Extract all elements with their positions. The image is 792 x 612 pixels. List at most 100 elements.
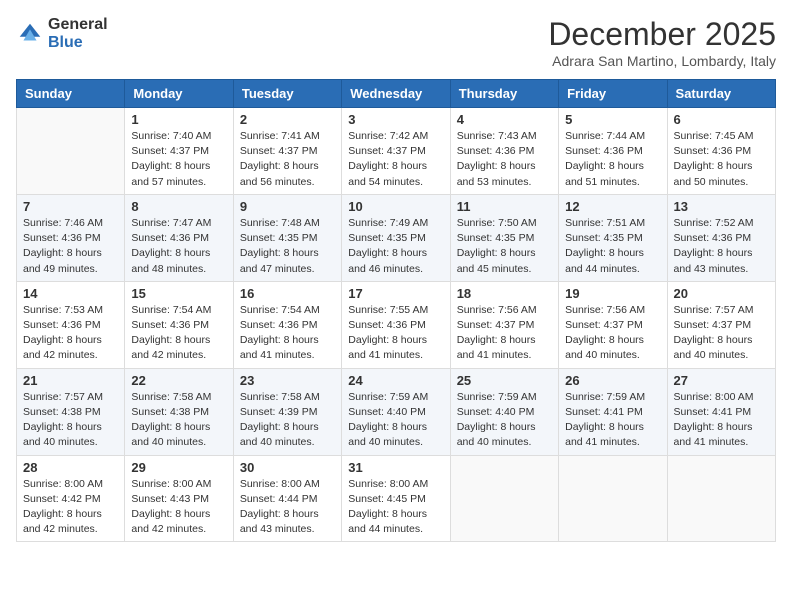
calendar-day-cell: 17 Sunrise: 7:55 AMSunset: 4:36 PMDayligh… <box>342 281 450 368</box>
location-subtitle: Adrara San Martino, Lombardy, Italy <box>548 53 776 69</box>
calendar-table: SundayMondayTuesdayWednesdayThursdayFrid… <box>16 79 776 542</box>
calendar-day-cell <box>559 455 667 542</box>
day-info: Sunrise: 7:40 AMSunset: 4:37 PMDaylight:… <box>131 129 226 190</box>
calendar-day-cell: 25 Sunrise: 7:59 AMSunset: 4:40 PMDayligh… <box>450 368 558 455</box>
calendar-day-cell: 16 Sunrise: 7:54 AMSunset: 4:36 PMDayligh… <box>233 281 341 368</box>
day-number: 14 <box>23 286 118 301</box>
day-info: Sunrise: 7:56 AMSunset: 4:37 PMDaylight:… <box>565 303 660 364</box>
day-number: 8 <box>131 199 226 214</box>
day-info: Sunrise: 7:44 AMSunset: 4:36 PMDaylight:… <box>565 129 660 190</box>
calendar-day-cell: 1 Sunrise: 7:40 AMSunset: 4:37 PMDaylight… <box>125 108 233 195</box>
day-number: 30 <box>240 460 335 475</box>
day-info: Sunrise: 7:59 AMSunset: 4:41 PMDaylight:… <box>565 390 660 451</box>
day-info: Sunrise: 7:59 AMSunset: 4:40 PMDaylight:… <box>348 390 443 451</box>
calendar-day-cell: 2Sunrise: 7:41 AMSunset: 4:37 PMDaylight… <box>233 108 341 195</box>
day-info: Sunrise: 7:54 AMSunset: 4:36 PMDaylight:… <box>131 303 226 364</box>
day-info: Sunrise: 7:50 AMSunset: 4:35 PMDaylight:… <box>457 216 552 277</box>
logo-blue: Blue <box>48 34 108 52</box>
page-header: General Blue December 2025 Adrara San Ma… <box>16 16 776 69</box>
calendar-day-cell: 26 Sunrise: 7:59 AMSunset: 4:41 PMDayligh… <box>559 368 667 455</box>
calendar-day-cell: 6 Sunrise: 7:45 AMSunset: 4:36 PMDaylight… <box>667 108 775 195</box>
day-info: Sunrise: 7:49 AMSunset: 4:35 PMDaylight:… <box>348 216 443 277</box>
day-info: Sunrise: 7:57 AMSunset: 4:37 PMDaylight:… <box>674 303 769 364</box>
day-info: Sunrise: 7:58 AMSunset: 4:38 PMDaylight:… <box>131 390 226 451</box>
calendar-day-cell: 10 Sunrise: 7:49 AMSunset: 4:35 PMDayligh… <box>342 194 450 281</box>
calendar-day-cell: 14 Sunrise: 7:53 AMSunset: 4:36 PMDayligh… <box>17 281 125 368</box>
day-number: 1 <box>131 112 226 127</box>
day-info: Sunrise: 7:46 AMSunset: 4:36 PMDaylight:… <box>23 216 118 277</box>
day-info: Sunrise: 7:54 AMSunset: 4:36 PMDaylight:… <box>240 303 335 364</box>
day-info: Sunrise: 7:57 AMSunset: 4:38 PMDaylight:… <box>23 390 118 451</box>
day-info: Sunrise: 7:56 AMSunset: 4:37 PMDaylight:… <box>457 303 552 364</box>
title-area: December 2025 Adrara San Martino, Lombar… <box>548 16 776 69</box>
day-number: 11 <box>457 199 552 214</box>
day-info: Sunrise: 7:55 AMSunset: 4:36 PMDaylight:… <box>348 303 443 364</box>
day-info: Sunrise: 8:00 AMSunset: 4:45 PMDaylight:… <box>348 477 443 538</box>
day-number: 24 <box>348 373 443 388</box>
day-info: Sunrise: 7:48 AMSunset: 4:35 PMDaylight:… <box>240 216 335 277</box>
calendar-day-cell: 4 Sunrise: 7:43 AMSunset: 4:36 PMDaylight… <box>450 108 558 195</box>
calendar-day-cell <box>17 108 125 195</box>
day-number: 3 <box>348 112 443 127</box>
calendar-day-cell: 31Sunrise: 8:00 AMSunset: 4:45 PMDayligh… <box>342 455 450 542</box>
weekday-header: Monday <box>125 80 233 108</box>
calendar-day-cell: 13 Sunrise: 7:52 AMSunset: 4:36 PMDayligh… <box>667 194 775 281</box>
calendar-week-row: 7 Sunrise: 7:46 AMSunset: 4:36 PMDaylight… <box>17 194 776 281</box>
weekday-header: Thursday <box>450 80 558 108</box>
calendar-day-cell <box>450 455 558 542</box>
day-number: 15 <box>131 286 226 301</box>
weekday-header: Tuesday <box>233 80 341 108</box>
day-info: Sunrise: 7:43 AMSunset: 4:36 PMDaylight:… <box>457 129 552 190</box>
calendar-day-cell: 20 Sunrise: 7:57 AMSunset: 4:37 PMDayligh… <box>667 281 775 368</box>
calendar-day-cell: 18Sunrise: 7:56 AMSunset: 4:37 PMDayligh… <box>450 281 558 368</box>
day-number: 27 <box>674 373 769 388</box>
calendar-day-cell: 15 Sunrise: 7:54 AMSunset: 4:36 PMDayligh… <box>125 281 233 368</box>
logo-general: General <box>48 16 108 34</box>
day-number: 17 <box>348 286 443 301</box>
day-number: 29 <box>131 460 226 475</box>
calendar-day-cell: 5 Sunrise: 7:44 AMSunset: 4:36 PMDaylight… <box>559 108 667 195</box>
calendar-day-cell: 29Sunrise: 8:00 AMSunset: 4:43 PMDayligh… <box>125 455 233 542</box>
day-info: Sunrise: 8:00 AMSunset: 4:41 PMDaylight:… <box>674 390 769 451</box>
day-number: 20 <box>674 286 769 301</box>
day-number: 25 <box>457 373 552 388</box>
calendar-day-cell: 27 Sunrise: 8:00 AMSunset: 4:41 PMDayligh… <box>667 368 775 455</box>
day-number: 4 <box>457 112 552 127</box>
day-number: 19 <box>565 286 660 301</box>
calendar-header-row: SundayMondayTuesdayWednesdayThursdayFrid… <box>17 80 776 108</box>
day-number: 13 <box>674 199 769 214</box>
day-info: Sunrise: 7:45 AMSunset: 4:36 PMDaylight:… <box>674 129 769 190</box>
weekday-header: Sunday <box>17 80 125 108</box>
calendar-day-cell: 28 Sunrise: 8:00 AMSunset: 4:42 PMDayligh… <box>17 455 125 542</box>
day-number: 10 <box>348 199 443 214</box>
calendar-day-cell: 9 Sunrise: 7:48 AMSunset: 4:35 PMDaylight… <box>233 194 341 281</box>
day-number: 6 <box>674 112 769 127</box>
day-number: 21 <box>23 373 118 388</box>
calendar-day-cell: 19 Sunrise: 7:56 AMSunset: 4:37 PMDayligh… <box>559 281 667 368</box>
month-title: December 2025 <box>548 16 776 53</box>
calendar-week-row: 28 Sunrise: 8:00 AMSunset: 4:42 PMDayligh… <box>17 455 776 542</box>
calendar-day-cell: 30Sunrise: 8:00 AMSunset: 4:44 PMDayligh… <box>233 455 341 542</box>
calendar-day-cell: 22 Sunrise: 7:58 AMSunset: 4:38 PMDayligh… <box>125 368 233 455</box>
calendar-day-cell: 7 Sunrise: 7:46 AMSunset: 4:36 PMDaylight… <box>17 194 125 281</box>
logo-text: General Blue <box>48 16 108 51</box>
calendar-day-cell: 11 Sunrise: 7:50 AMSunset: 4:35 PMDayligh… <box>450 194 558 281</box>
day-number: 22 <box>131 373 226 388</box>
day-info: Sunrise: 7:58 AMSunset: 4:39 PMDaylight:… <box>240 390 335 451</box>
day-info: Sunrise: 7:51 AMSunset: 4:35 PMDaylight:… <box>565 216 660 277</box>
calendar-day-cell: 23Sunrise: 7:58 AMSunset: 4:39 PMDayligh… <box>233 368 341 455</box>
calendar-week-row: 21 Sunrise: 7:57 AMSunset: 4:38 PMDayligh… <box>17 368 776 455</box>
calendar-week-row: 14 Sunrise: 7:53 AMSunset: 4:36 PMDayligh… <box>17 281 776 368</box>
day-number: 9 <box>240 199 335 214</box>
day-info: Sunrise: 7:53 AMSunset: 4:36 PMDaylight:… <box>23 303 118 364</box>
day-number: 2 <box>240 112 335 127</box>
day-number: 5 <box>565 112 660 127</box>
day-number: 7 <box>23 199 118 214</box>
day-number: 26 <box>565 373 660 388</box>
day-info: Sunrise: 7:59 AMSunset: 4:40 PMDaylight:… <box>457 390 552 451</box>
day-info: Sunrise: 8:00 AMSunset: 4:42 PMDaylight:… <box>23 477 118 538</box>
calendar-week-row: 1 Sunrise: 7:40 AMSunset: 4:37 PMDaylight… <box>17 108 776 195</box>
day-info: Sunrise: 7:52 AMSunset: 4:36 PMDaylight:… <box>674 216 769 277</box>
day-number: 28 <box>23 460 118 475</box>
day-number: 16 <box>240 286 335 301</box>
